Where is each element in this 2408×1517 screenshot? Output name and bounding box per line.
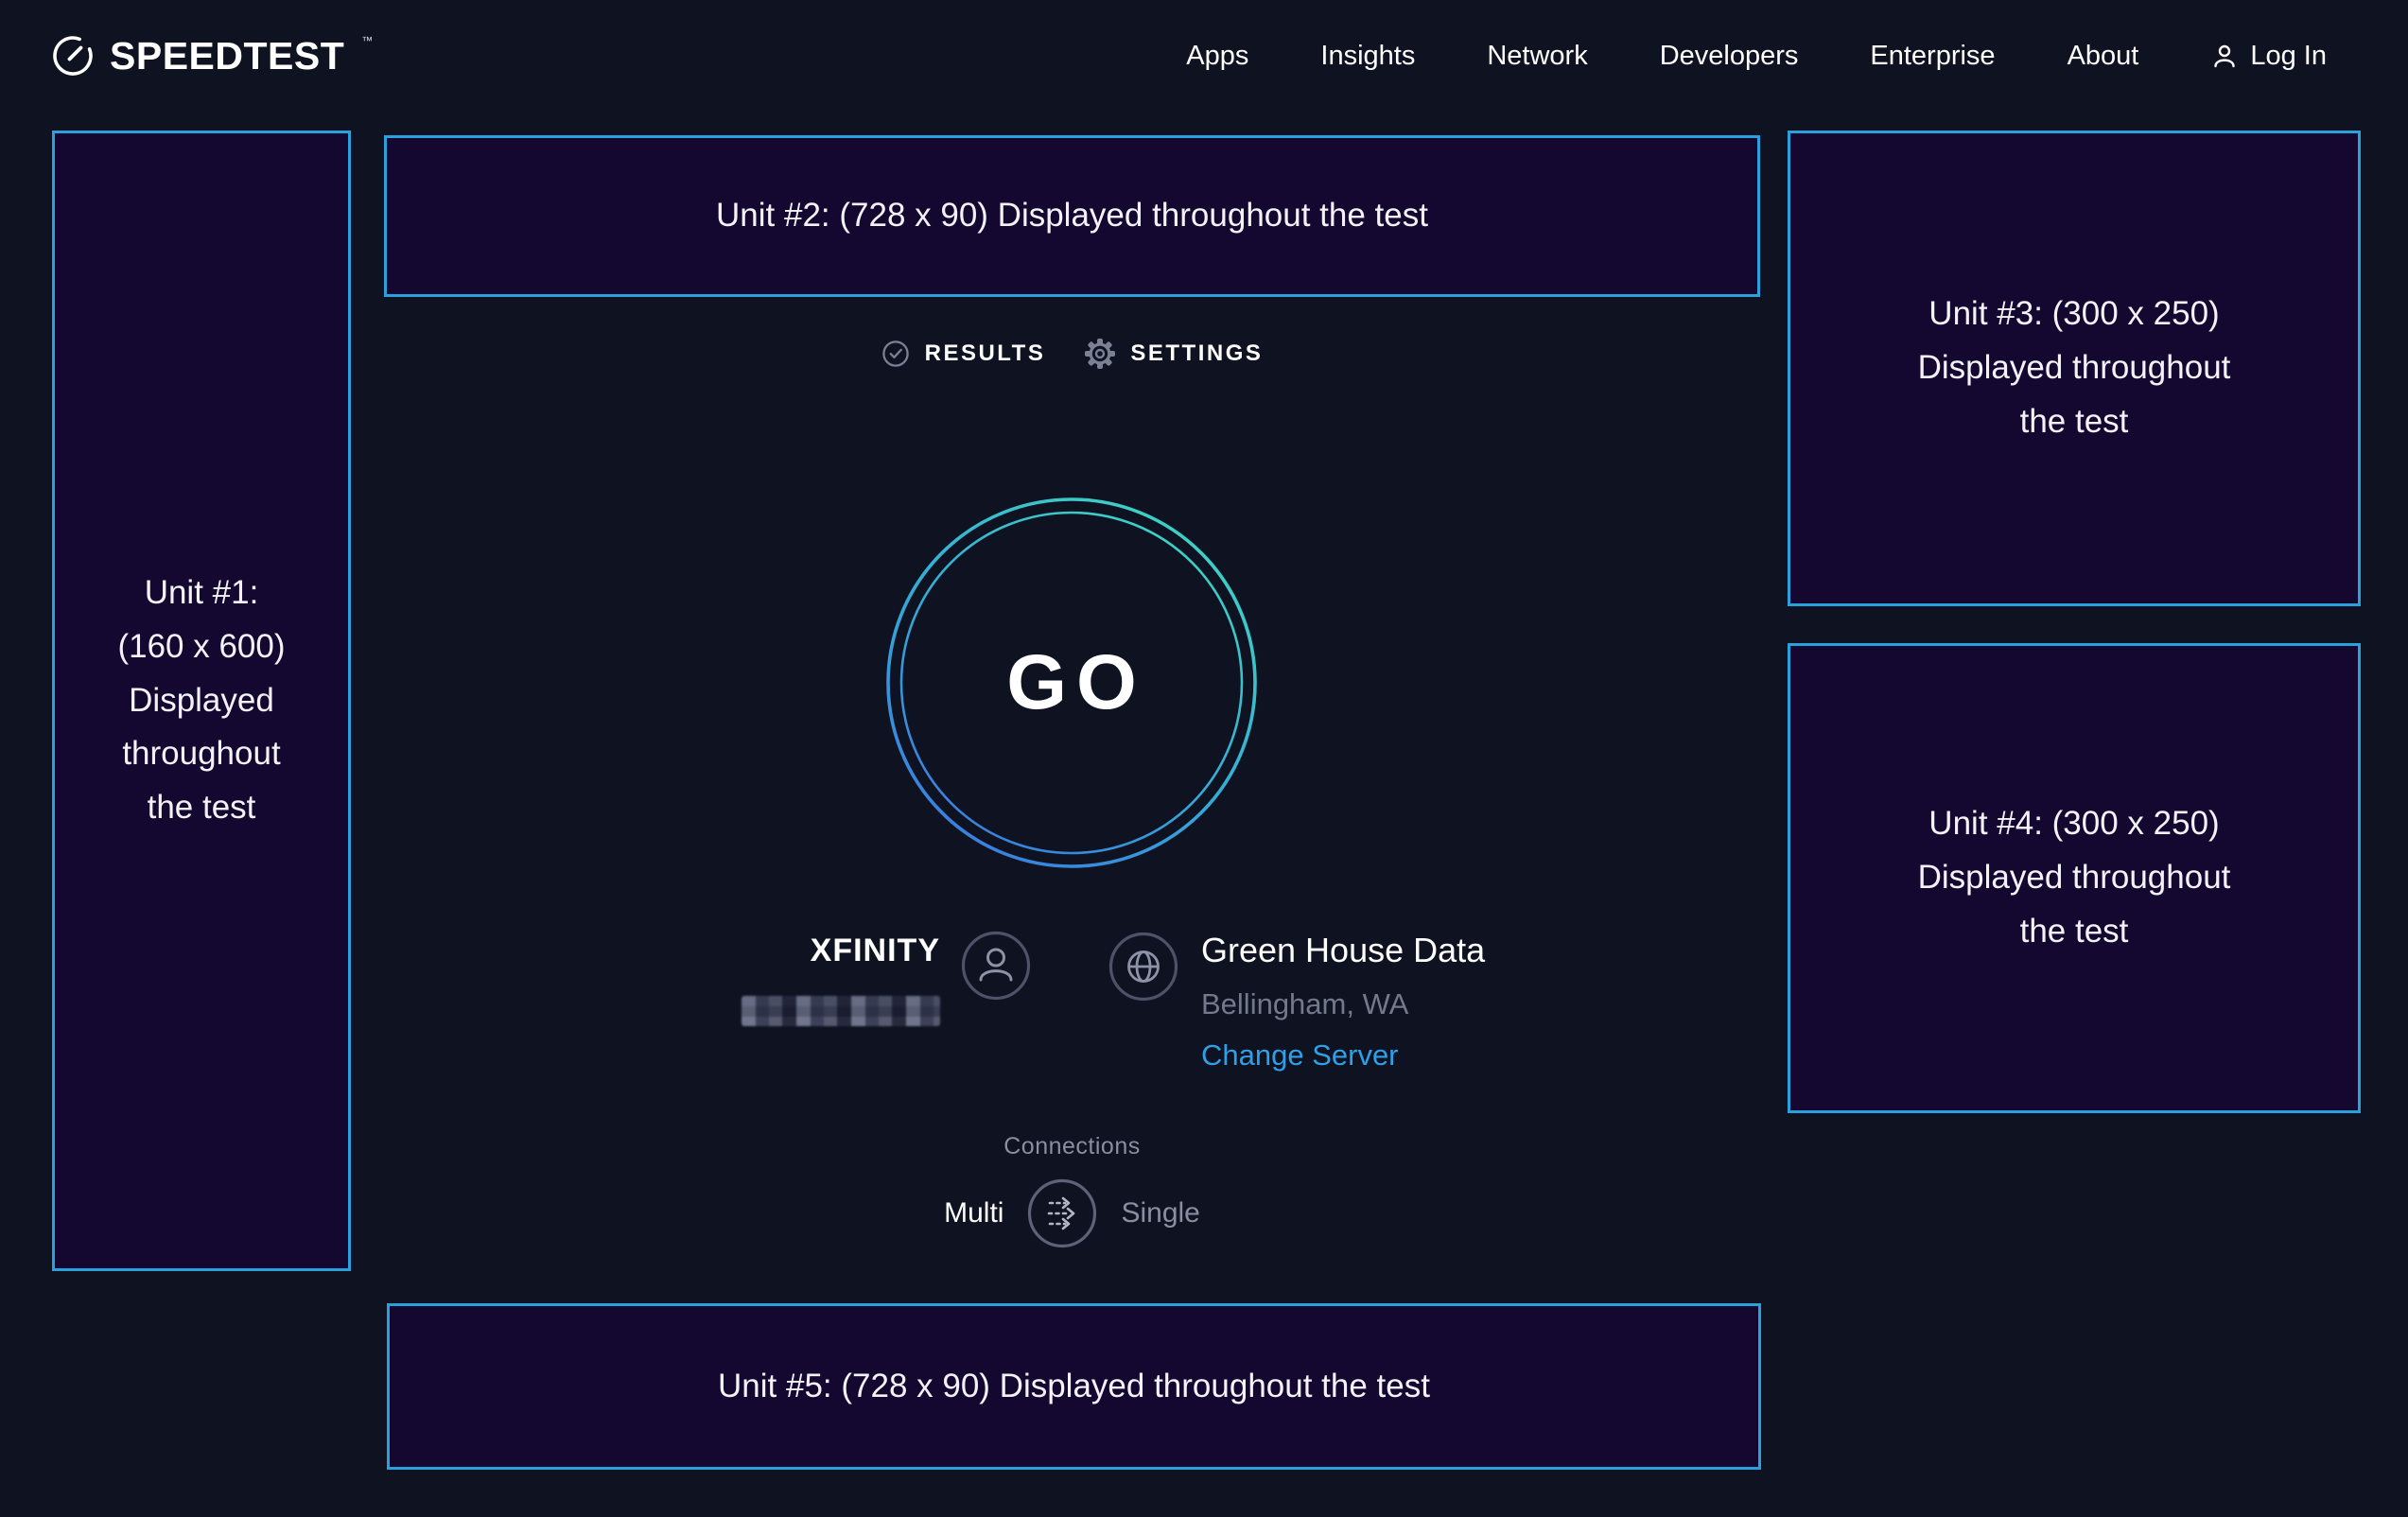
connections-toggle-icon[interactable] [1027,1178,1097,1248]
main-nav: Apps Insights Network Developers Enterpr… [1186,41,2327,72]
go-button[interactable]: GO [885,497,1258,869]
login-label: Log In [2250,41,2327,72]
ad-unit-1-text: Unit #1: (160 x 600) Displayed throughou… [113,567,289,834]
ad-unit-3-rectangle[interactable]: Unit #3: (300 x 250) Displayed throughou… [1788,131,2361,606]
connections-row: Multi Single [384,1178,1760,1248]
ad-unit-4-text: Unit #4: (300 x 250) Displayed throughou… [1910,797,2239,958]
nav-item-insights[interactable]: Insights [1320,41,1415,72]
header: SPEEDTEST ™ Apps Insights Network Develo… [0,0,2408,112]
login-button[interactable]: Log In [2210,41,2327,72]
nav-item-apps[interactable]: Apps [1186,41,1248,72]
ad-unit-1-skyscraper[interactable]: Unit #1: (160 x 600) Displayed throughou… [52,131,351,1271]
nav-item-about[interactable]: About [2068,41,2139,72]
tab-settings-label: SETTINGS [1130,340,1263,367]
user-icon [2210,42,2239,70]
nav-item-developers[interactable]: Developers [1660,41,1799,72]
tab-results-label: RESULTS [925,340,1046,367]
server-location: Bellingham, WA [1201,987,1408,1021]
server-name: Green House Data [1201,931,1485,970]
person-icon [961,931,1031,1001]
trademark-mark: ™ [361,34,373,47]
connections-mode-single[interactable]: Single [1121,1197,1199,1229]
ad-unit-2-leaderboard[interactable]: Unit #2: (728 x 90) Displayed throughout… [384,135,1760,297]
tab-settings[interactable]: SETTINGS [1085,339,1263,369]
speedometer-icon [51,34,95,78]
nav-item-network[interactable]: Network [1487,41,1587,72]
ad-unit-5-text: Unit #5: (728 x 90) Displayed throughout… [718,1360,1430,1414]
ad-unit-5-leaderboard[interactable]: Unit #5: (728 x 90) Displayed throughout… [387,1303,1761,1470]
test-tabs: RESULTS SETTINGS [384,339,1760,369]
change-server-link[interactable]: Change Server [1201,1038,1399,1072]
brand-name: SPEEDTEST [110,37,344,76]
go-button-label: GO [885,497,1258,869]
connections-mode-multi[interactable]: Multi [944,1197,1003,1229]
ad-unit-2-text: Unit #2: (728 x 90) Displayed throughout… [716,189,1428,243]
isp-ip-redacted [742,996,940,1026]
check-circle-icon [881,340,910,368]
isp-name: XFINITY [662,933,940,969]
speedtest-logo[interactable]: SPEEDTEST ™ [51,34,371,78]
gear-icon [1085,339,1115,369]
ad-unit-4-rectangle[interactable]: Unit #4: (300 x 250) Displayed throughou… [1788,643,2361,1113]
tab-results[interactable]: RESULTS [881,340,1046,368]
ad-unit-3-text: Unit #3: (300 x 250) Displayed throughou… [1910,288,2239,448]
globe-icon [1108,932,1178,1002]
nav-item-enterprise[interactable]: Enterprise [1870,41,1995,72]
connections-label: Connections [384,1133,1760,1160]
